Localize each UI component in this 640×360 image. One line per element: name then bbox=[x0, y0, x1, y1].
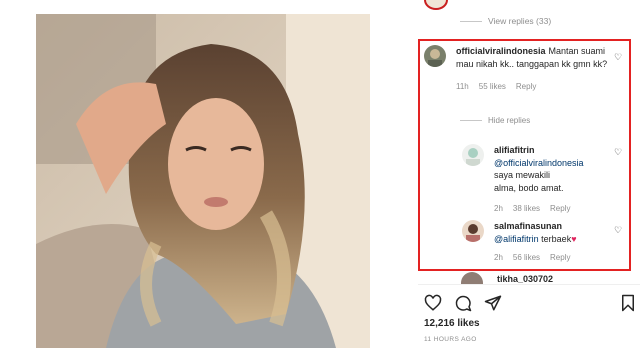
post-timestamp: 11 HOURS AGO bbox=[424, 336, 477, 343]
reply-button[interactable]: Reply bbox=[516, 81, 536, 94]
comment-text: terbaek bbox=[541, 233, 572, 244]
mention-link[interactable]: @alifiafitrin bbox=[494, 234, 539, 244]
comment-username[interactable]: officialviralindonesia bbox=[456, 46, 546, 56]
comment-item: officialviralindonesia Mantan suami mau n… bbox=[424, 45, 616, 94]
avatar[interactable] bbox=[461, 272, 483, 284]
heart-icon[interactable]: ♡ bbox=[614, 226, 622, 235]
divider-dash bbox=[460, 120, 482, 121]
heart-icon[interactable]: ♡ bbox=[614, 53, 622, 62]
hide-replies-label[interactable]: Hide replies bbox=[488, 116, 530, 125]
hide-replies-button[interactable]: Hide replies bbox=[460, 116, 530, 125]
comment-time[interactable]: 11h bbox=[456, 81, 469, 94]
avatar[interactable] bbox=[462, 144, 484, 166]
comment-username[interactable]: salmafinasunan bbox=[494, 220, 621, 233]
comment-icon[interactable] bbox=[454, 294, 472, 312]
comment-likes[interactable]: 56 likes bbox=[513, 252, 540, 265]
comment-username[interactable]: alifiafitrin bbox=[494, 144, 621, 157]
red-heart-emoji: ♥ bbox=[571, 233, 577, 244]
reply-item: salmafinasunan @alifiafitrin terbaek♥ 2h… bbox=[462, 220, 624, 265]
bookmark-icon[interactable] bbox=[620, 294, 636, 312]
comment-text: saya mewakili alma, bodo amat. bbox=[494, 170, 564, 193]
avatar[interactable] bbox=[424, 45, 446, 67]
heart-icon[interactable] bbox=[424, 294, 442, 312]
comment-username[interactable]: tikha_030702 bbox=[497, 274, 553, 284]
share-icon[interactable] bbox=[484, 294, 502, 312]
view-replies-label[interactable]: View replies (33) bbox=[488, 16, 551, 26]
story-avatar[interactable] bbox=[424, 0, 448, 10]
comment-time[interactable]: 2h bbox=[494, 252, 503, 265]
reply-button[interactable]: Reply bbox=[550, 203, 570, 216]
reply-button[interactable]: Reply bbox=[550, 252, 570, 265]
view-replies-button[interactable]: View replies (33) bbox=[460, 16, 551, 26]
divider-dash bbox=[460, 20, 482, 22]
divider bbox=[418, 284, 640, 285]
comment-likes[interactable]: 38 likes bbox=[513, 203, 540, 216]
likes-count[interactable]: 12,216 likes bbox=[424, 318, 480, 329]
comment-likes[interactable]: 55 likes bbox=[479, 81, 506, 94]
post-photo bbox=[36, 14, 370, 348]
mention-link[interactable]: @officialviralindonesia bbox=[494, 157, 624, 170]
action-bar bbox=[424, 294, 502, 312]
heart-icon[interactable]: ♡ bbox=[614, 148, 622, 157]
reply-item: alifiafitrin @officialviralindonesia say… bbox=[462, 144, 624, 216]
comment-time[interactable]: 2h bbox=[494, 203, 503, 216]
avatar[interactable] bbox=[462, 220, 484, 242]
